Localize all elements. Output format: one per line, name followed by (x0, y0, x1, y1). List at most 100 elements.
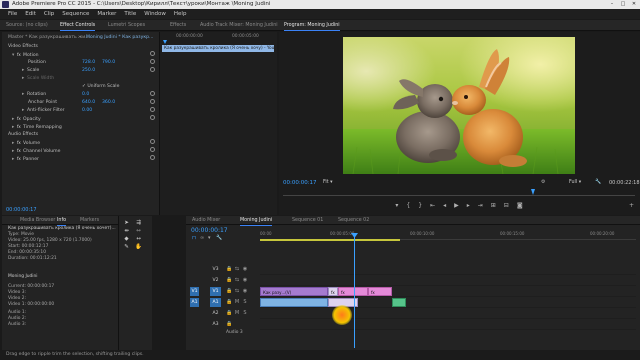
track-name-v2[interactable]: V2 (210, 276, 221, 285)
scale-row[interactable]: ▸ Scale (22, 67, 39, 74)
keyframe-toggle-icon[interactable] (150, 155, 155, 160)
keyframe-toggle-icon[interactable] (150, 99, 155, 104)
source-patch-v1[interactable]: V1 (190, 287, 199, 296)
play-icon[interactable]: ▶ (454, 201, 459, 210)
track-row-a3[interactable] (260, 319, 636, 330)
go-to-in-icon[interactable]: ⇤ (430, 201, 435, 210)
timeline-playhead-line[interactable] (354, 233, 355, 348)
eye-icon[interactable]: ◉ (242, 277, 248, 283)
pen-tool-icon[interactable]: ✎ (123, 244, 130, 251)
add-button-icon[interactable]: + (629, 201, 634, 210)
lock-icon[interactable]: 🔒 (226, 321, 232, 327)
anti-flicker-value[interactable]: 0.00 (82, 107, 92, 114)
menu-file[interactable]: File (4, 11, 21, 17)
opacity-row[interactable]: ▸ fx Opacity (12, 115, 41, 122)
menu-title[interactable]: Title (120, 11, 140, 17)
step-back-icon[interactable]: ◂ (443, 201, 446, 210)
uniform-scale-row[interactable]: ✓ Uniform Scale (82, 83, 119, 90)
program-current-time[interactable]: 00:00:00:17 (283, 180, 317, 186)
wrench-icon[interactable]: 🔧 (595, 179, 601, 185)
track-row-v3[interactable] (260, 264, 636, 275)
tab-sequence-01[interactable]: Sequence 01 (292, 217, 323, 225)
tab-info[interactable]: Info (57, 217, 67, 226)
mute-icon[interactable]: M (234, 299, 240, 305)
in-point-icon[interactable]: { (406, 201, 410, 210)
track-row-a2[interactable] (260, 308, 636, 319)
tab-lumetri-scopes[interactable]: Lumetri Scopes (108, 22, 145, 30)
snap-icon[interactable]: ⊓ (192, 235, 196, 241)
lock-icon[interactable]: 🔒 (226, 299, 232, 305)
track-name-a3[interactable]: A3 (210, 320, 221, 329)
timeline-current-time[interactable]: 00:00:00:17 (191, 227, 228, 234)
insert-icon[interactable]: ⊞ (491, 201, 496, 210)
anchor-y-value[interactable]: 360.0 (102, 99, 115, 106)
menu-marker[interactable]: Marker (93, 11, 120, 17)
sync-lock-icon[interactable]: ⇆ (234, 277, 240, 283)
solo-icon[interactable]: S (242, 310, 248, 316)
position-x-value[interactable]: 728.0 (82, 59, 95, 66)
slip-tool-icon[interactable]: ↔ (135, 236, 142, 243)
tab-source[interactable]: Source: (no clips) (6, 22, 48, 30)
track-row-a1[interactable] (260, 297, 636, 308)
panner-row[interactable]: ▸ fx Panner (12, 155, 39, 162)
menu-sequence[interactable]: Sequence (58, 11, 93, 17)
motion-row[interactable]: ▾ fx Motion (12, 51, 39, 58)
position-y-value[interactable]: 790.0 (102, 59, 115, 66)
quality-select[interactable]: Full ▾ (569, 180, 581, 185)
go-to-out-icon[interactable]: ⇥ (478, 201, 483, 210)
keyframe-toggle-icon[interactable] (150, 91, 155, 96)
volume-row[interactable]: ▸ fx Volume (12, 139, 40, 146)
rotation-row[interactable]: ▸ Rotation (22, 91, 46, 98)
sync-lock-icon[interactable]: ⇆ (234, 266, 240, 272)
settings-icon[interactable]: ⚙ (541, 179, 545, 185)
razor-tool-icon[interactable]: ◆ (123, 236, 130, 243)
anti-flicker-row[interactable]: ▸ Anti-flicker Filter (22, 107, 65, 114)
track-name-v3[interactable]: V3 (210, 265, 221, 274)
video-clip[interactable]: Как разу...(V) (260, 287, 328, 296)
add-marker-icon[interactable]: ▾ (208, 235, 211, 241)
keyframe-toggle-icon[interactable] (150, 147, 155, 152)
ec-playhead[interactable] (163, 40, 167, 44)
solo-icon[interactable]: S (242, 299, 248, 305)
program-video-frame[interactable] (343, 37, 575, 174)
video-clip[interactable]: fx (368, 287, 392, 296)
source-patch-a1[interactable]: A1 (190, 298, 199, 307)
sequence-clip-label[interactable]: Moning Judini * Как разукр... (86, 34, 153, 41)
ec-current-time[interactable]: 00:00:00:17 (6, 207, 37, 213)
program-ruler[interactable] (283, 191, 635, 196)
marker-icon[interactable]: ▾ (395, 201, 398, 210)
track-row-v2[interactable] (260, 275, 636, 286)
keyframe-toggle-icon[interactable] (150, 59, 155, 64)
channel-volume-row[interactable]: ▸ fx Channel Volume (12, 147, 60, 154)
zoom-select[interactable]: Fit ▾ (323, 180, 333, 185)
scale-value[interactable]: 250.0 (82, 67, 95, 74)
tab-effects[interactable]: Effects (170, 22, 186, 30)
anchor-x-value[interactable]: 640.0 (82, 99, 95, 106)
linked-selection-icon[interactable]: ∞ (200, 235, 204, 241)
video-clip[interactable]: fx (338, 287, 368, 296)
keyframe-toggle-icon[interactable] (150, 67, 155, 72)
track-name-a1[interactable]: A1 (210, 298, 221, 307)
track-row-v1[interactable]: Как разу...(V) fx fx fx (260, 286, 636, 297)
lock-icon[interactable]: 🔒 (226, 277, 232, 283)
rotation-value[interactable]: 0.0 (82, 91, 89, 98)
hand-tool-icon[interactable]: ✋ (135, 244, 142, 251)
eye-icon[interactable]: ◉ (242, 288, 248, 294)
minimize-icon[interactable]: – (608, 1, 616, 7)
eye-icon[interactable]: ◉ (242, 266, 248, 272)
tab-media-browser[interactable]: Media Browser (20, 217, 55, 225)
reset-icon[interactable] (150, 51, 155, 56)
tab-effect-controls[interactable]: Effect Controls (60, 22, 96, 31)
tab-audio-track-mixer[interactable]: Audio Track Mixer: Moning Judini (200, 22, 278, 30)
video-clip[interactable]: fx (328, 287, 338, 296)
keyframe-toggle-icon[interactable] (150, 139, 155, 144)
track-select-tool-icon[interactable]: ⇶ (135, 220, 142, 227)
ec-clip-bar[interactable]: Как разукрашивать кролика (Я очень хочу)… (162, 45, 274, 52)
lock-icon[interactable]: 🔒 (226, 310, 232, 316)
track-name-v1[interactable]: V1 (210, 287, 221, 296)
menu-help[interactable]: Help (170, 11, 191, 17)
selection-tool-icon[interactable]: ➤ (123, 220, 130, 227)
work-area-bar[interactable] (260, 239, 400, 241)
step-forward-icon[interactable]: ▸ (467, 201, 470, 210)
time-remapping-row[interactable]: ▸ fx Time Remapping (12, 123, 62, 130)
